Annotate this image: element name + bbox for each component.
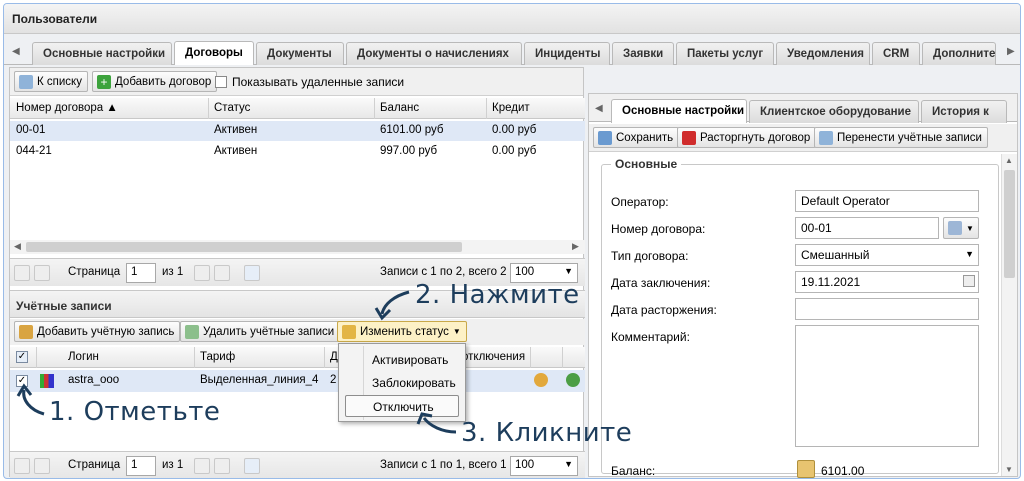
arrow-step1 xyxy=(22,389,45,416)
annotation-step2: 2. Нажмите xyxy=(415,280,580,310)
annotation-step1: 1. Отметьте xyxy=(49,397,221,427)
arrow-step3 xyxy=(422,417,457,434)
annotation-step3: 3. Кликните xyxy=(461,418,633,448)
users-window: Пользователи ◀ Основные настройки Догово… xyxy=(3,3,1021,479)
arrow-step2 xyxy=(380,290,410,315)
